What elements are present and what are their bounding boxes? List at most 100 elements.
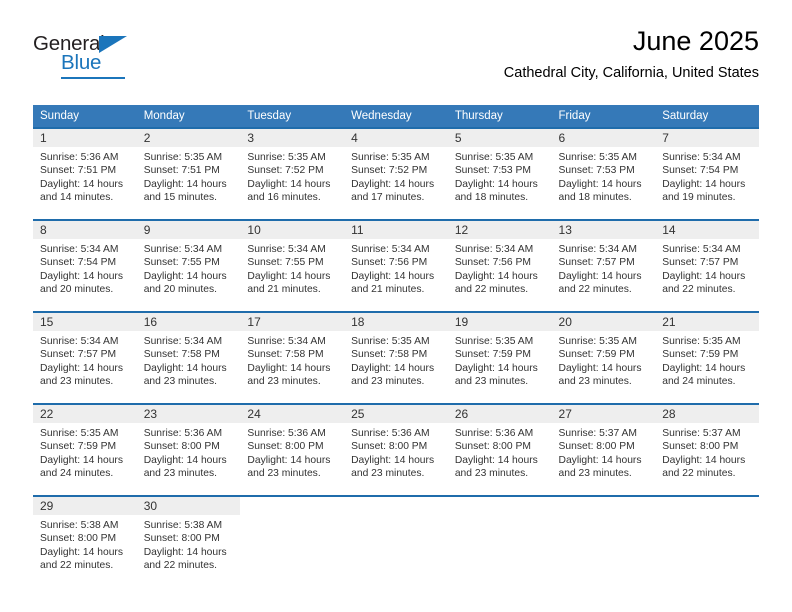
sunrise-text: Sunrise: 5:35 AM bbox=[351, 336, 430, 347]
day-cell[interactable]: 12 Sunrise: 5:34 AM Sunset: 7:56 PM Dayligh… bbox=[447, 221, 552, 311]
sunset-text: Sunset: 8:00 PM bbox=[247, 441, 324, 453]
day-cell[interactable]: 15 Sunrise: 5:34 AM Sunset: 7:57 PM Dayligh… bbox=[33, 313, 137, 403]
daylight-text: Daylight: 14 hours and 23 minutes. bbox=[247, 454, 331, 480]
daylight-text: Daylight: 14 hours and 22 minutes. bbox=[662, 270, 746, 296]
day-details: Sunrise: 5:34 AM Sunset: 7:57 PM Daylight:… bbox=[655, 239, 759, 297]
day-number: 13 bbox=[551, 221, 656, 239]
sunrise-text: Sunrise: 5:36 AM bbox=[247, 428, 326, 439]
sunset-text: Sunset: 7:51 PM bbox=[143, 165, 220, 177]
calendar-week-row: 22 Sunrise: 5:35 AM Sunset: 7:59 PM Dayligh… bbox=[33, 403, 759, 496]
sunrise-text: Sunrise: 5:34 AM bbox=[143, 244, 223, 255]
sunset-text: Sunset: 7:54 PM bbox=[662, 165, 739, 177]
sunset-text: Sunset: 7:56 PM bbox=[454, 257, 531, 269]
day-cell[interactable]: 23 Sunrise: 5:36 AM Sunset: 8:00 PM Dayligh… bbox=[136, 405, 241, 495]
day-cell[interactable]: 29 Sunrise: 5:38 AM Sunset: 8:00 PM Dayligh… bbox=[33, 497, 137, 587]
day-cell[interactable]: 20 Sunrise: 5:35 AM Sunset: 7:59 PM Dayligh… bbox=[551, 313, 656, 403]
sunset-text: Sunset: 8:00 PM bbox=[143, 533, 220, 545]
day-number bbox=[655, 497, 759, 515]
day-cell[interactable]: 24 Sunrise: 5:36 AM Sunset: 8:00 PM Dayligh… bbox=[240, 405, 345, 495]
logo-triangle-icon bbox=[99, 36, 127, 53]
day-number: 26 bbox=[447, 405, 552, 423]
day-details: Sunrise: 5:34 AM Sunset: 7:54 PM Daylight:… bbox=[33, 239, 137, 297]
sunset-text: Sunset: 7:55 PM bbox=[143, 257, 220, 269]
day-details: Sunrise: 5:35 AM Sunset: 7:58 PM Daylight:… bbox=[344, 331, 448, 389]
sunrise-text: Sunrise: 5:34 AM bbox=[40, 244, 119, 255]
sunset-text: Sunset: 7:59 PM bbox=[454, 349, 531, 361]
day-details: Sunrise: 5:36 AM Sunset: 7:51 PM Daylight:… bbox=[33, 147, 137, 205]
weekday-header-friday: Friday bbox=[551, 105, 656, 128]
daylight-text: Daylight: 14 hours and 23 minutes. bbox=[454, 362, 538, 388]
daylight-text: Daylight: 14 hours and 18 minutes. bbox=[558, 178, 642, 204]
day-number bbox=[552, 497, 656, 515]
day-number: 28 bbox=[655, 405, 759, 423]
sunset-text: Sunset: 7:57 PM bbox=[40, 349, 117, 361]
calendar-header-row: Sunday Monday Tuesday Wednesday Thursday Frid… bbox=[33, 105, 759, 128]
sunset-text: Sunset: 7:52 PM bbox=[351, 165, 428, 177]
day-cell[interactable]: 9 Sunrise: 5:34 AM Sunset: 7:55 PM Daylight… bbox=[136, 221, 241, 311]
daylight-text: Daylight: 14 hours and 22 minutes. bbox=[454, 270, 538, 296]
day-cell[interactable]: 26 Sunrise: 5:36 AM Sunset: 8:00 PM Dayligh… bbox=[447, 405, 552, 495]
day-cell[interactable]: 10 Sunrise: 5:34 AM Sunset: 7:55 PM Dayligh… bbox=[240, 221, 345, 311]
daylight-text: Daylight: 14 hours and 15 minutes. bbox=[143, 178, 227, 204]
day-cell[interactable]: 2 Sunrise: 5:35 AM Sunset: 7:51 PM Daylight… bbox=[136, 129, 241, 219]
day-cell[interactable]: 3 Sunrise: 5:35 AM Sunset: 7:52 PM Daylight… bbox=[240, 129, 345, 219]
sunrise-text: Sunrise: 5:37 AM bbox=[662, 428, 741, 439]
day-cell[interactable]: 28 Sunrise: 5:37 AM Sunset: 8:00 PM Dayligh… bbox=[655, 405, 759, 495]
day-details: Sunrise: 5:35 AM Sunset: 7:59 PM Daylight:… bbox=[552, 331, 656, 389]
day-details: Sunrise: 5:35 AM Sunset: 7:51 PM Daylight:… bbox=[137, 147, 241, 205]
day-cell[interactable]: 13 Sunrise: 5:34 AM Sunset: 7:57 PM Dayligh… bbox=[551, 221, 656, 311]
day-details: Sunrise: 5:36 AM Sunset: 8:00 PM Daylight:… bbox=[137, 423, 241, 481]
day-cell[interactable]: 18 Sunrise: 5:35 AM Sunset: 7:58 PM Dayligh… bbox=[344, 313, 448, 403]
day-number: 6 bbox=[551, 129, 656, 147]
sunrise-text: Sunrise: 5:34 AM bbox=[662, 152, 741, 163]
day-cell[interactable]: 27 Sunrise: 5:37 AM Sunset: 8:00 PM Dayligh… bbox=[551, 405, 656, 495]
daylight-text: Daylight: 14 hours and 20 minutes. bbox=[143, 270, 227, 296]
day-number: 16 bbox=[136, 313, 241, 331]
title-block: June 2025 Cathedral City, California, Un… bbox=[504, 26, 759, 82]
sunset-text: Sunset: 8:00 PM bbox=[351, 441, 428, 453]
day-cell[interactable]: 19 Sunrise: 5:35 AM Sunset: 7:59 PM Dayligh… bbox=[447, 313, 552, 403]
day-cell[interactable]: 6 Sunrise: 5:35 AM Sunset: 7:53 PM Daylight… bbox=[551, 129, 656, 219]
daylight-text: Daylight: 14 hours and 22 minutes. bbox=[662, 454, 746, 480]
day-cell[interactable]: 22 Sunrise: 5:35 AM Sunset: 7:59 PM Dayligh… bbox=[33, 405, 137, 495]
sunset-text: Sunset: 7:58 PM bbox=[351, 349, 428, 361]
day-number: 24 bbox=[240, 405, 345, 423]
daylight-text: Daylight: 14 hours and 23 minutes. bbox=[558, 454, 642, 480]
day-cell[interactable]: 16 Sunrise: 5:34 AM Sunset: 7:58 PM Dayligh… bbox=[136, 313, 241, 403]
day-cell[interactable]: 21 Sunrise: 5:35 AM Sunset: 7:59 PM Dayligh… bbox=[655, 313, 759, 403]
sunset-text: Sunset: 7:56 PM bbox=[351, 257, 428, 269]
weekday-header-saturday: Saturday bbox=[655, 105, 759, 128]
day-cell-empty bbox=[448, 497, 552, 587]
day-details: Sunrise: 5:34 AM Sunset: 7:54 PM Daylight:… bbox=[655, 147, 759, 205]
daylight-text: Daylight: 14 hours and 23 minutes. bbox=[40, 362, 123, 388]
daylight-text: Daylight: 14 hours and 20 minutes. bbox=[40, 270, 123, 296]
sunrise-text: Sunrise: 5:35 AM bbox=[558, 152, 637, 163]
sunrise-text: Sunrise: 5:36 AM bbox=[351, 428, 430, 439]
day-details: Sunrise: 5:35 AM Sunset: 7:59 PM Daylight:… bbox=[448, 331, 552, 389]
day-details: Sunrise: 5:35 AM Sunset: 7:53 PM Daylight:… bbox=[448, 147, 552, 205]
day-cell[interactable]: 8 Sunrise: 5:34 AM Sunset: 7:54 PM Daylight… bbox=[33, 221, 137, 311]
sunrise-text: Sunrise: 5:34 AM bbox=[247, 336, 326, 347]
day-cell[interactable]: 7 Sunrise: 5:34 AM Sunset: 7:54 PM Daylight… bbox=[655, 129, 759, 219]
day-cell[interactable]: 17 Sunrise: 5:34 AM Sunset: 7:58 PM Dayligh… bbox=[240, 313, 345, 403]
sunrise-text: Sunrise: 5:35 AM bbox=[40, 428, 119, 439]
day-number: 12 bbox=[447, 221, 552, 239]
day-cell[interactable]: 30 Sunrise: 5:38 AM Sunset: 8:00 PM Dayligh… bbox=[136, 497, 241, 587]
daylight-text: Daylight: 14 hours and 23 minutes. bbox=[143, 362, 227, 388]
day-details: Sunrise: 5:37 AM Sunset: 8:00 PM Daylight:… bbox=[655, 423, 759, 481]
day-cell[interactable]: 1 Sunrise: 5:36 AM Sunset: 7:51 PM Daylight… bbox=[33, 129, 137, 219]
daylight-text: Daylight: 14 hours and 23 minutes. bbox=[351, 362, 435, 388]
day-cell[interactable]: 11 Sunrise: 5:34 AM Sunset: 7:56 PM Dayligh… bbox=[344, 221, 448, 311]
day-number bbox=[344, 497, 448, 515]
daylight-text: Daylight: 14 hours and 24 minutes. bbox=[40, 454, 123, 480]
day-cell[interactable]: 4 Sunrise: 5:35 AM Sunset: 7:52 PM Daylight… bbox=[344, 129, 448, 219]
sunrise-text: Sunrise: 5:37 AM bbox=[558, 428, 637, 439]
day-cell[interactable]: 5 Sunrise: 5:35 AM Sunset: 7:53 PM Daylight… bbox=[447, 129, 552, 219]
day-number: 7 bbox=[655, 129, 759, 147]
page-header: General Blue June 2025 Cathedral City, C… bbox=[33, 26, 759, 98]
calendar-body: 1 Sunrise: 5:36 AM Sunset: 7:51 PM Daylight… bbox=[33, 127, 759, 587]
day-cell[interactable]: 14 Sunrise: 5:34 AM Sunset: 7:57 PM Dayligh… bbox=[655, 221, 759, 311]
sunset-text: Sunset: 8:00 PM bbox=[662, 441, 739, 453]
sunrise-text: Sunrise: 5:35 AM bbox=[247, 152, 326, 163]
day-cell[interactable]: 25 Sunrise: 5:36 AM Sunset: 8:00 PM Dayligh… bbox=[344, 405, 448, 495]
